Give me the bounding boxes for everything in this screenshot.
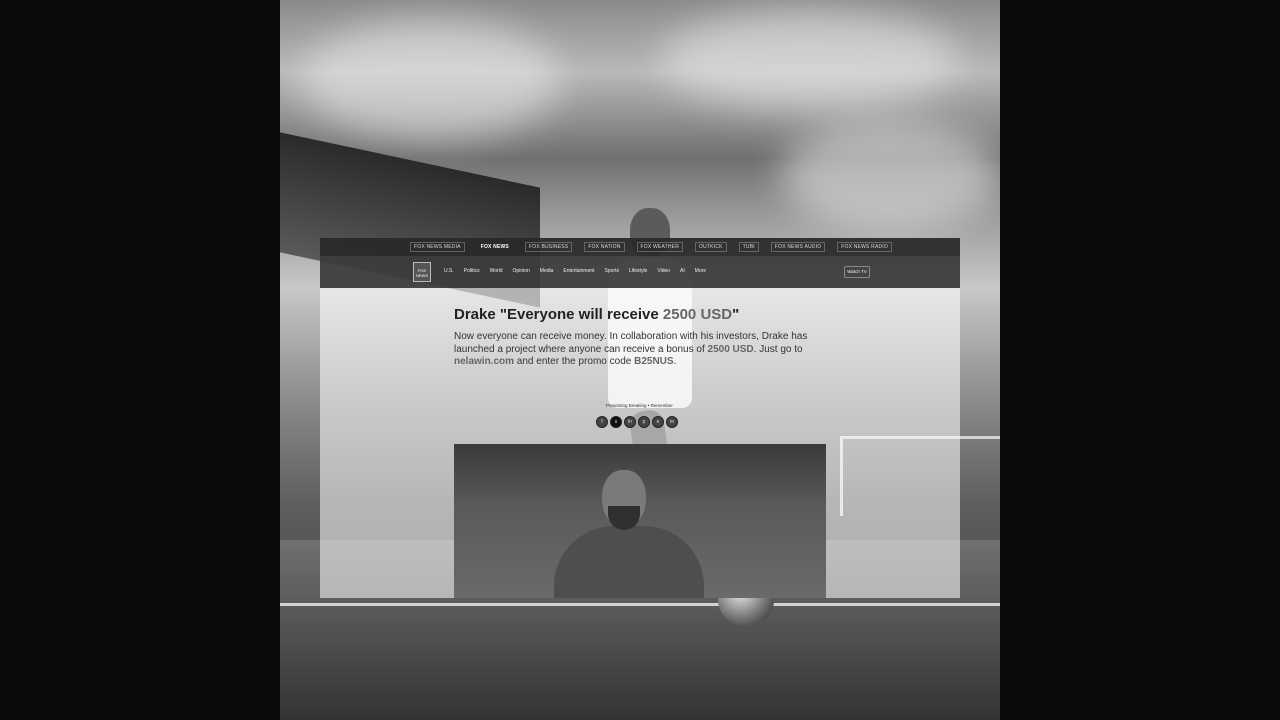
network-link[interactable]: FOX NEWS MEDIA: [410, 242, 465, 252]
nav-item[interactable]: Sports: [605, 268, 619, 274]
body-text-3: and enter the promo code: [514, 356, 635, 367]
main-nav: FOX NEWS U.S. Politics World Opinion Media En…: [320, 256, 960, 288]
nav-item[interactable]: AI: [680, 268, 685, 274]
network-link[interactable]: OUTKICK: [695, 242, 727, 252]
body-amount: 2500 USD: [707, 343, 754, 355]
article-headline: Drake "Everyone will receive 2500 USD": [454, 306, 814, 323]
promo-code: B25NUS: [634, 356, 674, 367]
network-link[interactable]: FOX NEWS: [477, 242, 513, 252]
share-label: Presenting Breaking • Remember: [606, 403, 673, 408]
nav-links: U.S. Politics World Opinion Media Entertainme…: [444, 268, 706, 274]
headline-suffix: ": [732, 306, 740, 323]
nav-item[interactable]: Video: [657, 268, 670, 274]
cloud: [660, 10, 960, 110]
body-text-2: . Just go to: [753, 343, 803, 355]
share-buttons: f x in p e m: [596, 416, 678, 428]
person-shirt: [554, 526, 704, 598]
promo-site-link[interactable]: nelawin.com: [454, 356, 514, 367]
nav-item[interactable]: More: [695, 268, 706, 274]
network-link[interactable]: FOX NEWS AUDIO: [770, 242, 826, 252]
news-webpage-overlay: FOX NEWS MEDIA FOX NEWS FOX BUSINESS FOX NA…: [320, 238, 960, 598]
x-icon[interactable]: x: [610, 416, 622, 428]
pitch-line: [280, 603, 1000, 606]
network-bar: FOX NEWS MEDIA FOX NEWS FOX BUSINESS FOX NA…: [320, 238, 960, 256]
watch-tv-button[interactable]: Watch TV: [844, 266, 870, 278]
article-image: [454, 444, 826, 598]
article-body: Now everyone can receive money. In colla…: [454, 331, 824, 369]
network-links: FOX NEWS MEDIA FOX NEWS FOX BUSINESS FOX NA…: [410, 242, 892, 252]
cloud: [780, 120, 1000, 230]
nav-item[interactable]: U.S.: [444, 268, 454, 274]
cloud: [300, 20, 560, 140]
nav-item[interactable]: Lifestyle: [629, 268, 647, 274]
network-link[interactable]: TUBI: [738, 242, 759, 252]
nav-item[interactable]: World: [490, 268, 503, 274]
messenger-icon[interactable]: m: [666, 416, 678, 428]
headline-prefix: Drake "Everyone will receive: [454, 306, 663, 323]
network-link[interactable]: FOX NATION: [584, 242, 625, 252]
network-link[interactable]: FOX BUSINESS: [524, 242, 573, 252]
fox-news-logo[interactable]: FOX NEWS: [413, 262, 431, 282]
facebook-icon[interactable]: f: [596, 416, 608, 428]
nav-item[interactable]: Media: [540, 268, 554, 274]
pinterest-icon[interactable]: p: [638, 416, 650, 428]
email-icon[interactable]: e: [652, 416, 664, 428]
network-link[interactable]: FOX WEATHER: [636, 242, 684, 252]
nav-item[interactable]: Opinion: [513, 268, 530, 274]
body-text-4: .: [673, 356, 677, 367]
network-link[interactable]: FOX NEWS RADIO: [837, 242, 892, 252]
headline-amount: 2500 USD: [662, 306, 733, 323]
nav-item[interactable]: Entertainment: [563, 268, 594, 274]
nav-item[interactable]: Politics: [464, 268, 480, 274]
linkedin-icon[interactable]: in: [624, 416, 636, 428]
